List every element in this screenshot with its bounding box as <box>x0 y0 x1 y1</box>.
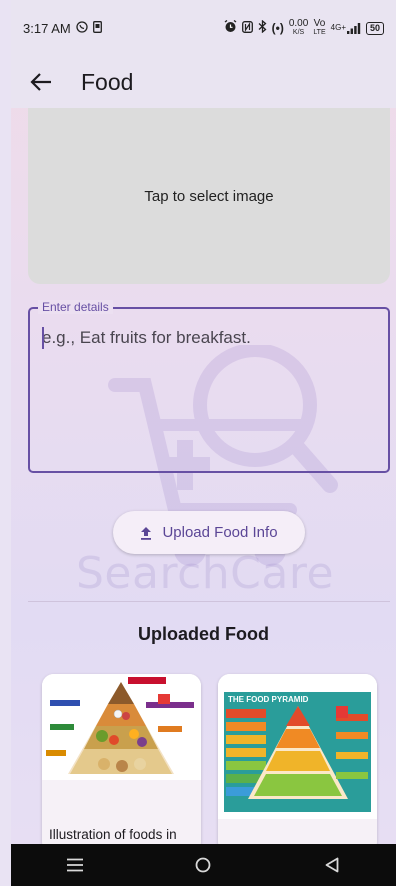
image-picker[interactable]: Tap to select image <box>28 108 390 284</box>
volte-indicator: Vo LTE <box>313 18 326 37</box>
alarm-icon <box>224 19 237 36</box>
watermark-text: SearchCare <box>76 548 335 599</box>
signal-icon: 4G+ <box>331 22 361 34</box>
menu-lines-icon <box>67 858 84 872</box>
home-button[interactable] <box>173 844 233 886</box>
details-input[interactable]: Enter details e.g., Eat fruits for break… <box>28 300 390 473</box>
whatsapp-icon <box>76 20 88 36</box>
section-divider <box>28 601 390 602</box>
upload-button-label: Upload Food Info <box>162 524 278 541</box>
food-pyramid-image <box>42 674 201 780</box>
page-title: Food <box>81 68 134 95</box>
battery-indicator: 50 <box>365 21 384 35</box>
nfc-icon <box>241 20 253 36</box>
poster-title: THE FOOD PYRAMID <box>228 695 309 704</box>
image-picker-label: Tap to select image <box>144 187 274 205</box>
food-card-caption: Illustration of foods in <box>49 827 177 842</box>
hotspot-icon: (•) <box>271 21 284 35</box>
system-navigation-bar <box>11 844 396 886</box>
details-placeholder: e.g., Eat fruits for breakfast. <box>42 328 251 347</box>
food-card[interactable]: THE FOOD PYRAMID <box>218 674 377 854</box>
net-speed: 0.00 K/S <box>288 18 309 37</box>
details-label: Enter details <box>38 300 113 314</box>
home-circle-icon <box>196 857 211 873</box>
arrow-left-icon <box>30 73 51 91</box>
bluetooth-icon <box>258 19 267 36</box>
recents-button[interactable] <box>45 844 105 886</box>
status-time: 3:17 AM <box>23 20 71 36</box>
text-cursor <box>42 327 44 349</box>
app-bar: Food <box>11 56 396 108</box>
phone-screen-icon <box>92 20 102 36</box>
food-pyramid-poster-image: THE FOOD PYRAMID <box>218 674 377 819</box>
back-button[interactable] <box>15 56 67 108</box>
upload-food-info-button[interactable]: Upload Food Info <box>113 511 305 554</box>
food-card[interactable]: Illustration of foods in <box>42 674 201 854</box>
triangle-back-icon <box>325 857 339 873</box>
status-bar: 3:17 AM (•) 0.00 K/S Vo LTE 4G+ 50 <box>11 0 396 56</box>
uploaded-food-heading: Uploaded Food <box>138 624 269 644</box>
back-nav-button[interactable] <box>302 844 362 886</box>
upload-icon <box>141 526 152 540</box>
